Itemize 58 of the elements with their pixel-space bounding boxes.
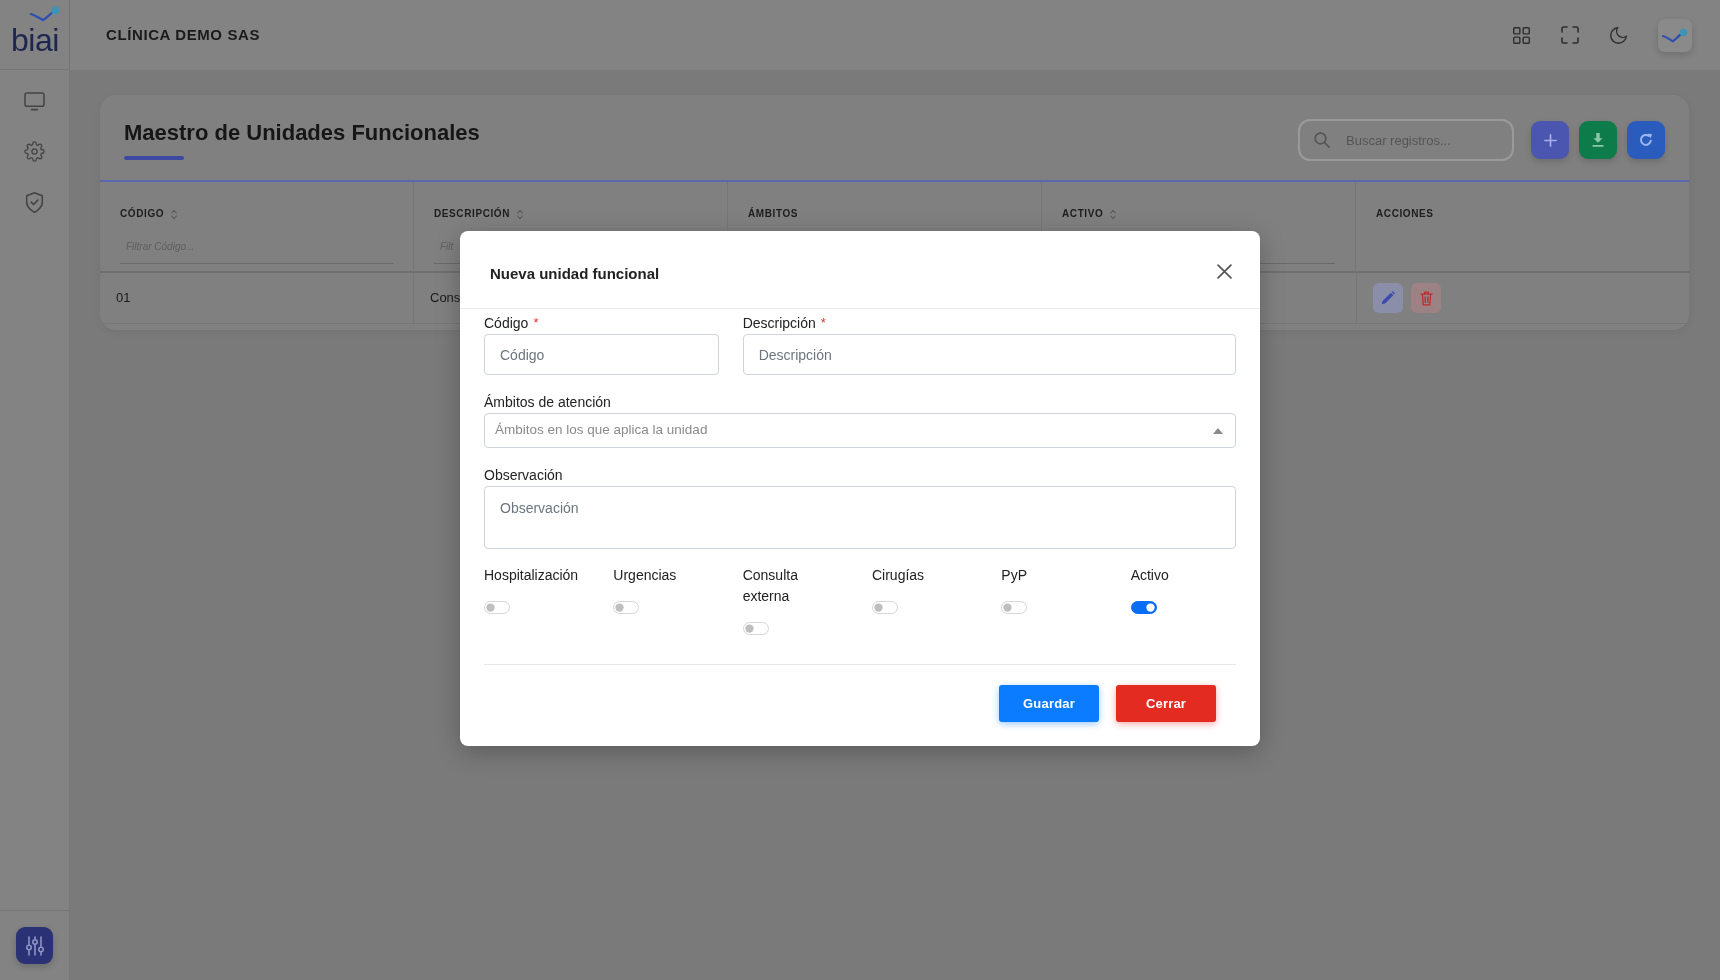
sliders-icon bbox=[25, 935, 44, 956]
moon-icon[interactable] bbox=[1610, 26, 1627, 44]
text-input[interactable]: Descripción bbox=[742, 334, 1236, 375]
monitor-icon[interactable] bbox=[24, 92, 45, 111]
description-value: Cons bbox=[430, 289, 461, 308]
add-button[interactable] bbox=[1531, 121, 1569, 159]
caret-up-icon bbox=[1213, 427, 1223, 434]
refresh-icon bbox=[1639, 133, 1653, 147]
required-mark: * bbox=[820, 314, 826, 332]
required-mark: * bbox=[533, 314, 539, 332]
sort-icon[interactable] bbox=[171, 208, 178, 220]
toggle-label: PyP bbox=[1001, 566, 1028, 585]
column-header: ACCIONES bbox=[1376, 207, 1434, 221]
sort-icon[interactable] bbox=[1110, 208, 1117, 220]
fullscreen-icon[interactable] bbox=[1561, 26, 1579, 44]
swoosh-icon bbox=[1662, 27, 1688, 43]
toggle-label: Activo bbox=[1130, 566, 1170, 585]
plus-icon bbox=[1543, 133, 1557, 147]
column-header: CÓDIGO bbox=[120, 206, 165, 221]
column-header: ÁMBITOS bbox=[748, 206, 799, 221]
toggle-label: Cirugías bbox=[872, 566, 926, 585]
close-icon[interactable] bbox=[1217, 264, 1232, 279]
edit-button[interactable] bbox=[1373, 283, 1403, 313]
grid-icon[interactable] bbox=[1513, 26, 1530, 44]
cancel-button[interactable]: Cerrar bbox=[1116, 685, 1216, 722]
swoosh-icon bbox=[30, 6, 60, 22]
refresh-button[interactable] bbox=[1627, 121, 1665, 159]
title-underline bbox=[124, 156, 184, 160]
download-button[interactable] bbox=[1579, 121, 1617, 159]
code-value: 01 bbox=[116, 289, 131, 308]
dialog-title: Nueva unidad funcional bbox=[490, 264, 660, 283]
settings-icon[interactable] bbox=[24, 141, 45, 162]
column-header: DESCRIPCIÓN bbox=[434, 206, 511, 221]
profile-button[interactable] bbox=[1658, 18, 1692, 52]
textarea-field[interactable]: Observación bbox=[484, 486, 1236, 549]
toggle-switch[interactable] bbox=[1130, 601, 1157, 614]
logo-text: biai bbox=[11, 27, 59, 53]
trash-icon bbox=[1419, 290, 1433, 306]
page-title: Maestro de Unidades Funcionales bbox=[124, 120, 480, 146]
field-label: Ámbitos de atención bbox=[484, 393, 611, 412]
field-label: Código bbox=[484, 314, 529, 333]
organization-name: CLÍNICA DEMO SAS bbox=[106, 24, 261, 45]
sort-icon[interactable] bbox=[517, 208, 524, 220]
save-button[interactable]: Guardar bbox=[999, 685, 1099, 722]
toggle-label: Consulta externa bbox=[742, 566, 799, 606]
delete-button[interactable] bbox=[1411, 283, 1441, 313]
shield-check-icon[interactable] bbox=[25, 192, 44, 213]
text-input[interactable]: Código bbox=[484, 334, 719, 375]
field-label: Descripción bbox=[742, 314, 816, 333]
search-icon bbox=[1314, 132, 1330, 148]
field-label: Observación bbox=[484, 466, 563, 485]
column-header: ACTIVO bbox=[1062, 207, 1104, 221]
customizer-button[interactable] bbox=[16, 927, 53, 964]
toggle-label: Hospitalización bbox=[484, 566, 580, 585]
select-field[interactable]: Ámbitos en los que aplica la unidad bbox=[484, 413, 1236, 448]
pencil-icon bbox=[1381, 291, 1395, 305]
download-icon bbox=[1592, 133, 1604, 147]
toggle-label: Urgencias bbox=[613, 566, 678, 585]
